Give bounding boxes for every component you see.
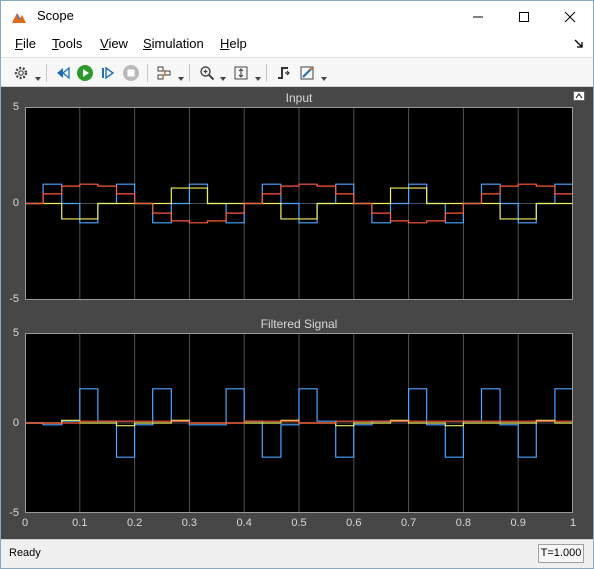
x-tick-label: 0.3 (181, 517, 198, 529)
x-tick-label: 0.7 (400, 517, 417, 529)
x-tick-label: 0.6 (346, 517, 362, 529)
x-tick-label: 0.9 (510, 517, 526, 529)
plot-area: Input 5 0 -5 Filtered Signal 5 0 -5 0 0.1… (1, 87, 593, 539)
menu-tools-rest: ools (58, 36, 83, 51)
window-title: Scope (37, 8, 74, 23)
menu-help[interactable]: Help (220, 36, 247, 51)
axes-2-ytick: 5 (12, 327, 19, 339)
menu-file-rest: ile (22, 36, 36, 51)
triggers-icon[interactable] (274, 63, 294, 83)
maximize-button[interactable] (501, 1, 547, 32)
x-tick-label: 0.4 (236, 517, 252, 529)
axes-1-ytick: -5 (9, 293, 19, 305)
zoom-in-icon[interactable] (197, 63, 217, 83)
autoscale-icon[interactable] (231, 63, 251, 83)
configuration-gear-icon[interactable] (11, 63, 31, 83)
menu-bar: File Tools View Simulation Help (1, 32, 593, 56)
menu-help-rest: elp (229, 36, 247, 51)
highlight-in-model-icon[interactable] (154, 63, 174, 83)
filtered-signal-axes[interactable] (25, 333, 573, 513)
toolbar (1, 57, 593, 87)
toolbar-separator (266, 64, 267, 82)
menu-tools[interactable]: Tools (52, 36, 82, 51)
menu-view-rest: iew (108, 36, 128, 51)
menu-file[interactable]: File (15, 36, 36, 51)
toolbar-separator (189, 64, 190, 82)
close-button[interactable] (547, 1, 593, 32)
axes-2-ytick: 0 (12, 417, 19, 429)
status-text: Ready (9, 547, 41, 559)
status-bar: Ready T=1.000 (1, 539, 593, 568)
x-tick-label: 0.5 (291, 517, 307, 529)
signal-style-icon[interactable] (297, 63, 317, 83)
minimize-button[interactable] (455, 1, 501, 32)
axes-1-ytick: 5 (12, 101, 19, 113)
axes-1-title: Input (285, 91, 313, 105)
x-tick-label: 1 (569, 517, 577, 529)
menu-simulation[interactable]: Simulation (143, 36, 204, 51)
menu-help-mnemonic: H (220, 36, 230, 51)
x-tick-label: 0.1 (72, 517, 88, 529)
axes-1-ytick: 0 (12, 197, 19, 209)
step-forward-icon[interactable] (98, 63, 118, 83)
x-tick-label: 0 (21, 517, 29, 529)
scope-window: Scope File Tools View Simulation Help In… (0, 0, 594, 569)
menu-simulation-rest: imulation (151, 36, 204, 51)
style-dropdown-icon[interactable] (321, 70, 327, 81)
input-axes[interactable] (25, 107, 573, 300)
menu-view[interactable]: View (100, 36, 128, 51)
toolbar-separator (147, 64, 148, 82)
highlight-dropdown-icon[interactable] (178, 70, 184, 81)
toolbar-separator (46, 64, 47, 82)
menu-file-mnemonic: F (15, 36, 23, 51)
configuration-dropdown-icon[interactable] (35, 70, 41, 81)
axes-2-title: Filtered Signal (260, 317, 338, 331)
x-tick-label: 0.2 (126, 517, 143, 529)
dock-arrow-icon[interactable] (573, 38, 585, 50)
menu-simulation-mnemonic: S (143, 36, 152, 51)
simulation-time: T=1.000 (538, 544, 584, 563)
step-back-icon[interactable] (53, 63, 73, 83)
matlab-scope-icon (11, 9, 27, 25)
undock-icon[interactable] (573, 89, 585, 101)
run-icon[interactable] (75, 63, 95, 83)
stop-icon[interactable] (121, 63, 141, 83)
zoom-dropdown-icon[interactable] (220, 70, 226, 81)
title-bar[interactable]: Scope (1, 1, 593, 32)
x-tick-label: 0.8 (455, 517, 472, 529)
autoscale-dropdown-icon[interactable] (255, 70, 261, 81)
